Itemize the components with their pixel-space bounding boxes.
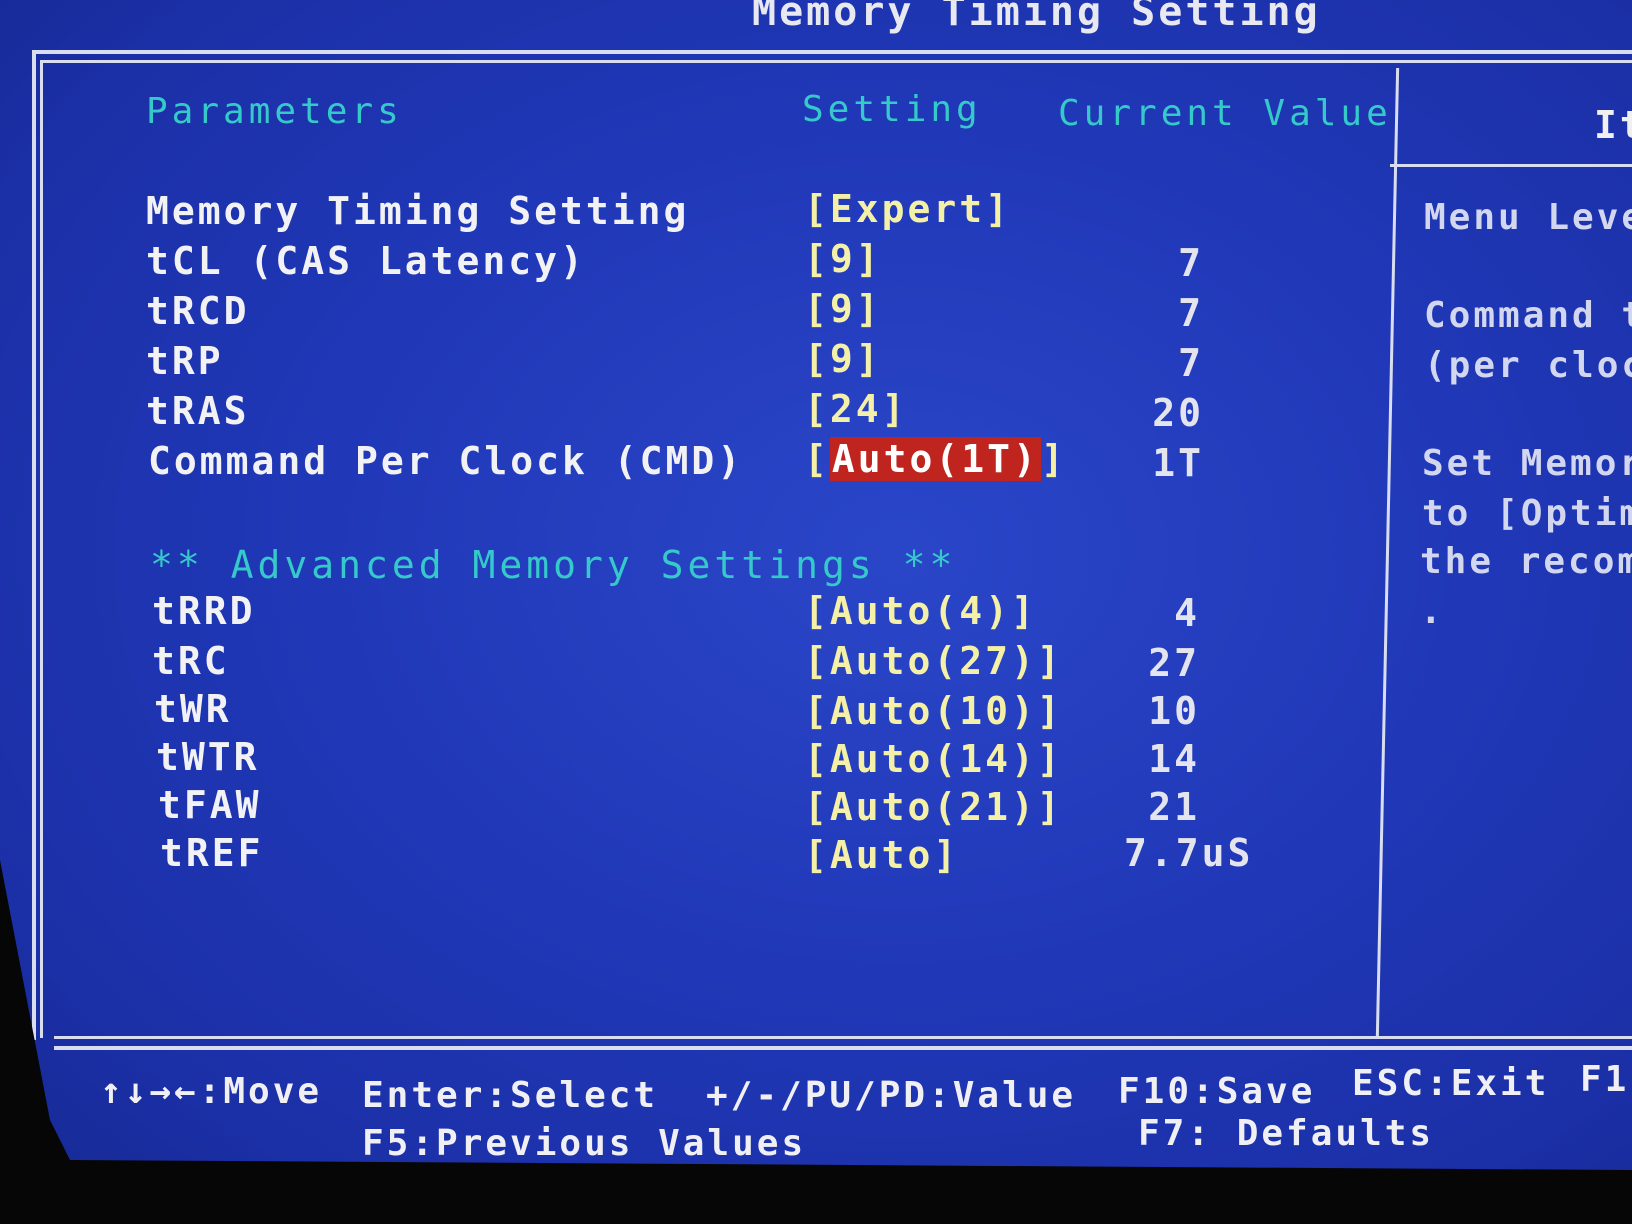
row-label-command-per-clock[interactable]: Command Per Clock (CMD) xyxy=(148,442,743,480)
frame-bottom-inner xyxy=(54,1036,1632,1039)
row-label-memory-timing-setting[interactable]: Memory Timing Setting xyxy=(146,192,689,230)
adv-setting-trc[interactable]: [Auto(27)] xyxy=(804,642,1063,680)
row-setting-trcd[interactable]: [9] xyxy=(804,290,882,328)
adv-label-tref[interactable]: tREF xyxy=(160,834,264,872)
help-line: Menu Leve xyxy=(1424,197,1632,238)
adv-setting-trrd[interactable]: [Auto(4)] xyxy=(804,592,1037,630)
setting-close-bracket: ] xyxy=(1040,437,1067,481)
adv-setting-tref[interactable]: [Auto] xyxy=(804,836,959,874)
adv-label-twr[interactable]: tWR xyxy=(154,690,232,728)
help-line: (per cloc xyxy=(1424,345,1632,386)
row-setting-memory-timing-setting[interactable]: [Expert] xyxy=(804,190,1011,228)
adv-current-trc: 27 xyxy=(1148,641,1200,685)
advanced-settings-heading: ** Advanced Memory Settings ** xyxy=(150,543,957,587)
panel-divider xyxy=(1375,68,1400,1036)
help-line: to [Optim xyxy=(1422,493,1632,534)
footer-move-hint: ↑↓→←:Move xyxy=(100,1071,323,1112)
adv-label-twtr[interactable]: tWTR xyxy=(156,738,260,776)
row-setting-tcl[interactable]: [9] xyxy=(804,240,882,278)
help-line: . xyxy=(1420,591,1445,632)
adv-setting-tfaw[interactable]: [Auto(21)] xyxy=(804,788,1063,826)
adv-label-trc[interactable]: tRC xyxy=(152,642,230,680)
row-current-command-per-clock: 1T xyxy=(1152,441,1204,485)
row-label-tcl[interactable]: tCL (CAS Latency) xyxy=(146,242,586,280)
help-line: the recomm xyxy=(1420,541,1632,582)
adv-label-trrd[interactable]: tRRD xyxy=(152,592,256,630)
selected-setting-value[interactable]: Auto(1T) xyxy=(829,437,1041,481)
adv-setting-twr[interactable]: [Auto(10)] xyxy=(804,692,1063,730)
window-title: Memory Timing Setting xyxy=(752,0,1321,35)
footer-f1-hint: F1 xyxy=(1580,1059,1630,1100)
frame-top-outer xyxy=(32,50,1632,54)
column-header-current-value: Current Value xyxy=(1058,93,1392,134)
help-title-divider xyxy=(1390,164,1632,167)
row-label-trp[interactable]: tRP xyxy=(146,342,224,380)
adv-current-tref: 7.7uS xyxy=(1124,831,1254,875)
footer-previous-hint: F5:Previous Values xyxy=(362,1123,807,1164)
adv-current-tfaw: 21 xyxy=(1148,785,1200,829)
adv-current-trrd: 4 xyxy=(1174,591,1200,635)
help-panel-title: It xyxy=(1594,103,1632,147)
frame-left-outer xyxy=(32,50,36,1040)
bios-screen: Memory Timing Setting Parameters Setting… xyxy=(0,0,1632,1170)
setting-open-bracket: [ xyxy=(804,437,830,481)
row-current-tcl: 7 xyxy=(1178,241,1204,285)
frame-bottom-outer xyxy=(54,1046,1632,1050)
row-setting-tras[interactable]: [24] xyxy=(804,390,908,428)
footer-defaults-hint: F7: Defaults xyxy=(1138,1113,1435,1154)
adv-current-twr: 10 xyxy=(1148,689,1200,733)
footer-select-hint: Enter:Select xyxy=(362,1075,659,1116)
row-current-trcd: 7 xyxy=(1178,291,1204,335)
row-label-trcd[interactable]: tRCD xyxy=(146,292,250,330)
row-label-tras[interactable]: tRAS xyxy=(146,392,250,430)
adv-setting-twtr[interactable]: [Auto(14)] xyxy=(804,740,1063,778)
help-line: Command t xyxy=(1424,295,1632,336)
frame-top-inner xyxy=(40,60,1632,63)
help-line: Set Memor xyxy=(1422,443,1632,484)
frame-left-inner xyxy=(40,60,43,1038)
row-current-trp: 7 xyxy=(1178,341,1204,385)
footer-value-hint: +/-/PU/PD:Value xyxy=(706,1075,1077,1116)
column-header-parameters: Parameters xyxy=(146,91,403,132)
footer-save-hint: F10:Save xyxy=(1118,1071,1316,1112)
adv-current-twtr: 14 xyxy=(1148,737,1200,781)
footer-exit-hint: ESC:Exit xyxy=(1352,1063,1550,1104)
row-setting-trp[interactable]: [9] xyxy=(804,340,882,378)
row-setting-command-per-clock[interactable]: [Auto(1T)] xyxy=(804,437,1067,481)
row-current-tras: 20 xyxy=(1152,391,1204,435)
column-header-setting: Setting xyxy=(802,89,982,130)
adv-label-tfaw[interactable]: tFAW xyxy=(158,786,262,824)
